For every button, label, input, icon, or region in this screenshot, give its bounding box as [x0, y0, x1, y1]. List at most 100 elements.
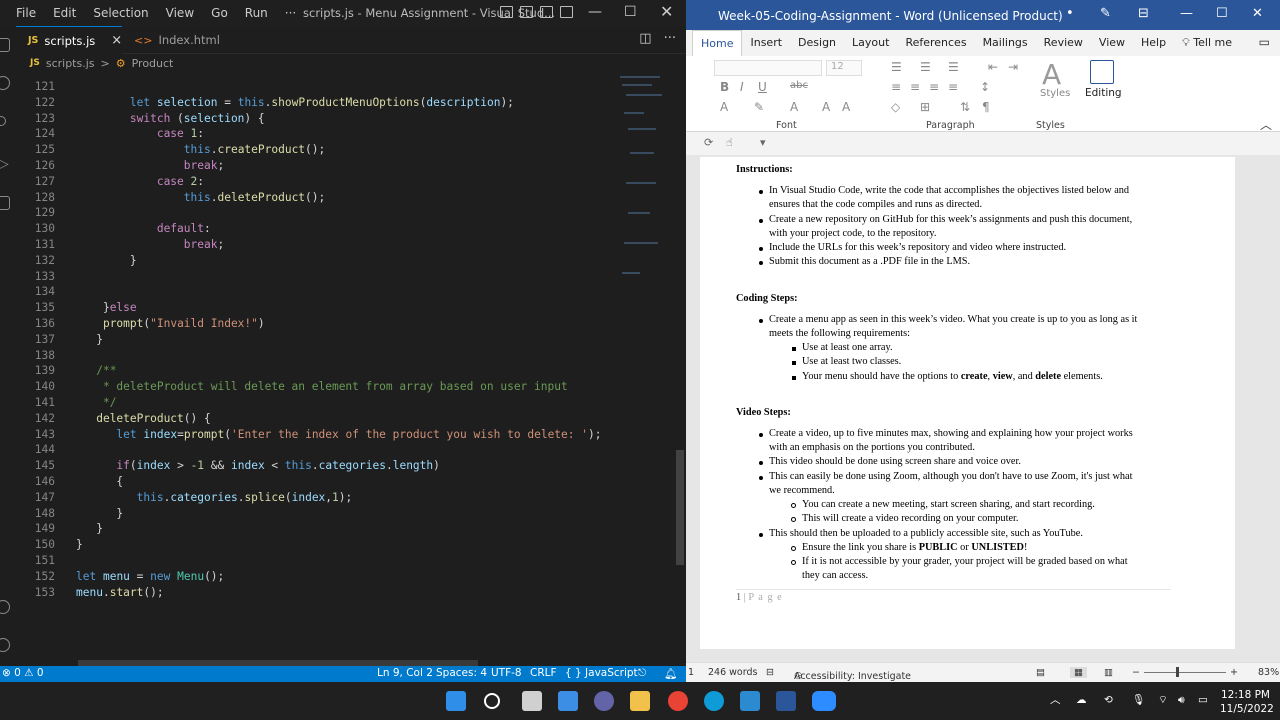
menu-view[interactable]: View: [166, 6, 194, 20]
tab-references[interactable]: References: [897, 30, 974, 56]
menu-run[interactable]: Run: [245, 6, 268, 20]
font-size-box[interactable]: 12: [826, 60, 862, 76]
wifi-icon[interactable]: ⌔: [1158, 693, 1168, 707]
sync-icon[interactable]: ⟲: [1104, 693, 1113, 707]
justify-icon[interactable]: ≡: [948, 80, 958, 94]
tab-scripts-js[interactable]: JS scripts.js ×: [16, 26, 122, 54]
toggle-secondary-sidebar-icon[interactable]: [540, 6, 553, 18]
run-debug-icon[interactable]: ▷: [0, 156, 12, 172]
code-line[interactable]: 127 case 2:: [16, 175, 616, 191]
font-color-icon[interactable]: A: [790, 100, 798, 114]
decrease-indent-icon[interactable]: ⇤: [988, 60, 998, 74]
tab-index-html[interactable]: <> Index.html: [122, 26, 232, 54]
code-line[interactable]: 149 }: [16, 522, 616, 538]
extensions-icon[interactable]: [0, 196, 10, 210]
notifications-bell-icon[interactable]: 🔔︎: [664, 667, 677, 680]
collapse-ribbon-icon[interactable]: ︿: [1260, 116, 1272, 133]
code-line[interactable]: 131 break;: [16, 238, 616, 254]
increase-indent-icon[interactable]: ⇥: [1008, 60, 1018, 74]
vscode-icon[interactable]: [740, 691, 760, 711]
shading-icon[interactable]: ◇: [891, 100, 900, 114]
code-line[interactable]: 124 case 1:: [16, 127, 616, 143]
code-line[interactable]: 128 this.deleteProduct();: [16, 191, 616, 207]
code-line[interactable]: 151: [16, 554, 616, 570]
italic-icon[interactable]: I: [740, 80, 744, 94]
styles-button-label[interactable]: Styles: [1040, 88, 1070, 99]
toggle-panel-icon[interactable]: [520, 6, 533, 18]
code-line[interactable]: 130 default:: [16, 222, 616, 238]
text-effects-icon[interactable]: A: [720, 100, 728, 114]
close-icon[interactable]: ✕: [1252, 6, 1263, 21]
menu-file[interactable]: File: [16, 6, 36, 20]
code-line[interactable]: 134: [16, 285, 616, 301]
underline-icon[interactable]: U: [758, 80, 767, 94]
page-indicator[interactable]: 1: [688, 667, 694, 678]
live-share-icon[interactable]: ⎋: [638, 667, 646, 680]
code-line[interactable]: 150}: [16, 538, 616, 554]
word-count[interactable]: 246 words: [708, 667, 757, 678]
split-editor-icon[interactable]: ◫: [639, 31, 651, 46]
code-line[interactable]: 148 }: [16, 507, 616, 523]
language-mode[interactable]: { } JavaScript: [565, 667, 638, 679]
strikethrough-icon[interactable]: abc: [790, 80, 808, 91]
code-line[interactable]: 133: [16, 270, 616, 286]
clock[interactable]: 12:18 PM 11/5/2022: [1220, 688, 1274, 716]
code-line[interactable]: 125 this.createProduct();: [16, 143, 616, 159]
bold-icon[interactable]: B: [720, 80, 729, 94]
code-line[interactable]: 146 {: [16, 475, 616, 491]
tab-layout[interactable]: Layout: [844, 30, 897, 56]
source-control-icon[interactable]: [0, 116, 6, 126]
tab-insert[interactable]: Insert: [742, 30, 790, 56]
chrome-icon[interactable]: [668, 691, 688, 711]
align-right-icon[interactable]: ≡: [929, 80, 939, 94]
web-layout-icon[interactable]: ▥: [1104, 667, 1113, 678]
borders-icon[interactable]: ⊞: [920, 100, 930, 114]
code-line[interactable]: 135 }else: [16, 301, 616, 317]
breadcrumb-symbol[interactable]: Product: [132, 57, 174, 70]
editing-label[interactable]: Editing: [1085, 87, 1122, 99]
code-line[interactable]: 152 let menu = new Menu();: [16, 570, 616, 586]
manage-gear-icon[interactable]: [0, 638, 10, 652]
code-line[interactable]: 123 switch (selection) {: [16, 112, 616, 128]
menu-selection[interactable]: Selection: [93, 6, 148, 20]
menu-more[interactable]: ···: [285, 6, 296, 20]
customize-qat-icon[interactable]: ▾: [760, 136, 766, 149]
code-line[interactable]: 144: [16, 443, 616, 459]
code-line[interactable]: 139 /**: [16, 364, 616, 380]
customize-layout-icon[interactable]: [560, 6, 573, 18]
touch-mode-icon[interactable]: ☝: [726, 136, 733, 149]
explorer-icon[interactable]: [0, 38, 10, 52]
start-icon[interactable]: [446, 691, 466, 711]
menu-edit[interactable]: Edit: [53, 6, 76, 20]
zoom-level[interactable]: 83%: [1258, 667, 1279, 678]
pen-icon[interactable]: ✎: [1100, 6, 1111, 21]
minimize-icon[interactable]: —: [1180, 6, 1193, 21]
vertical-scrollbar[interactable]: [676, 450, 684, 565]
code-editor[interactable]: 121 122 let selection = this.showProductM…: [16, 72, 616, 652]
more-actions-icon[interactable]: ···: [664, 31, 676, 46]
read-mode-icon[interactable]: ▤: [1036, 667, 1045, 678]
microphone-icon[interactable]: 🎙︎: [1132, 693, 1145, 707]
tab-home[interactable]: Home: [692, 30, 743, 56]
line-spacing-icon[interactable]: ↕: [980, 80, 990, 94]
bullets-icon[interactable]: ☰: [891, 60, 902, 74]
zoom-slider[interactable]: [1144, 672, 1226, 673]
styles-gallery-icon[interactable]: A: [1042, 58, 1061, 91]
indentation[interactable]: Spaces: 4: [436, 667, 487, 679]
multilevel-list-icon[interactable]: ☰: [948, 60, 959, 74]
code-line[interactable]: 121: [16, 80, 616, 96]
maximize-icon[interactable]: ☐: [1216, 6, 1228, 21]
onedrive-icon[interactable]: ☁: [1076, 693, 1087, 707]
zoom-icon[interactable]: [812, 691, 836, 711]
maximize-icon[interactable]: ☐: [624, 4, 637, 20]
code-line[interactable]: 145 if(index > -1 && index < this.catego…: [16, 459, 616, 475]
code-line[interactable]: 143 let index=prompt('Enter the index of…: [16, 428, 616, 444]
tab-mailings[interactable]: Mailings: [975, 30, 1036, 56]
code-line[interactable]: 122 let selection = this.showProductMenu…: [16, 96, 616, 112]
search-icon[interactable]: [0, 76, 10, 90]
zoom-in-icon[interactable]: +: [1230, 667, 1238, 678]
code-line[interactable]: 138: [16, 349, 616, 365]
problems-indicator[interactable]: ⊗ 0 ⚠ 0: [2, 667, 44, 679]
code-line[interactable]: 129: [16, 206, 616, 222]
encoding[interactable]: UTF-8: [491, 667, 522, 679]
